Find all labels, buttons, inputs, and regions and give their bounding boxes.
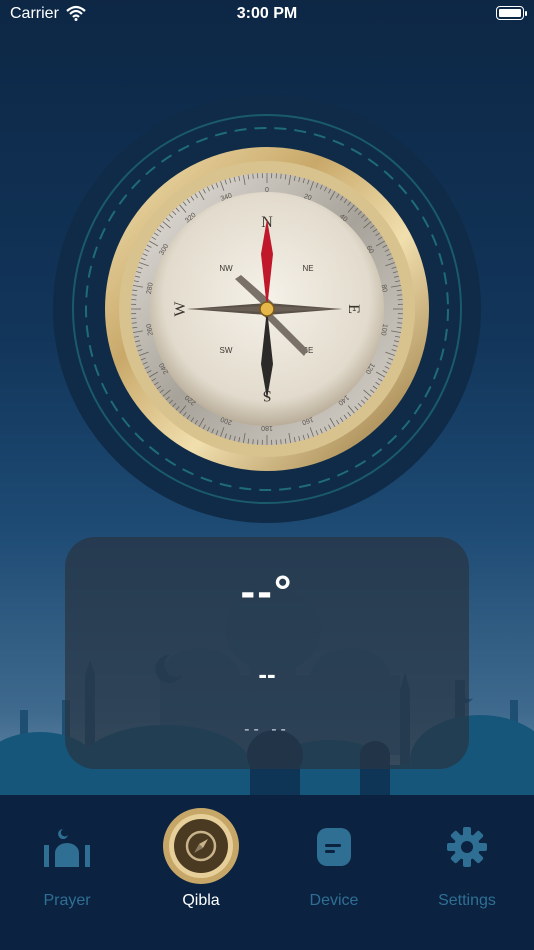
compass-intercardinal-sw: SW	[220, 346, 233, 355]
qibla-distance: --	[258, 659, 276, 689]
tab-label: Device	[309, 892, 359, 909]
tab-bar: Prayer Qibla Device Settings	[0, 795, 534, 950]
tab-prayer[interactable]: Prayer	[0, 795, 134, 950]
compass-intercardinal-nw: NW	[219, 264, 233, 273]
clock: 3:00 PM	[236, 5, 298, 22]
qibla-degree: --°	[240, 567, 294, 616]
compass: 0 20 40 60 80 100 120 140 160 180 200 220 240 260 280 3…	[52, 94, 482, 524]
tab-label: Prayer	[43, 892, 91, 909]
status-bar: Carrier 3:00 PM	[0, 0, 534, 30]
compass-degree-label: 0	[265, 187, 269, 194]
tab-qibla[interactable]: Qibla	[134, 795, 268, 950]
compass-cardinal-w: W	[172, 301, 189, 317]
qibla-location: -- --	[244, 721, 290, 738]
gear-icon	[437, 817, 497, 877]
tab-device[interactable]: Device	[267, 795, 401, 950]
compass-intercardinal-ne: NE	[302, 264, 313, 273]
tab-settings[interactable]: Settings	[400, 795, 534, 950]
battery-icon	[496, 6, 527, 20]
tab-label: Settings	[438, 892, 496, 909]
device-icon	[304, 817, 364, 877]
mosque-icon	[37, 817, 97, 877]
qibla-info-panel: --° -- -- --	[65, 537, 469, 769]
compass-cardinal-e: E	[345, 304, 362, 314]
tab-label: Qibla	[182, 892, 220, 909]
compass-degree-label: 80	[380, 284, 388, 293]
compass-degree-label: 180	[261, 424, 273, 431]
needle-pivot	[259, 301, 275, 317]
compass-icon	[162, 807, 240, 885]
